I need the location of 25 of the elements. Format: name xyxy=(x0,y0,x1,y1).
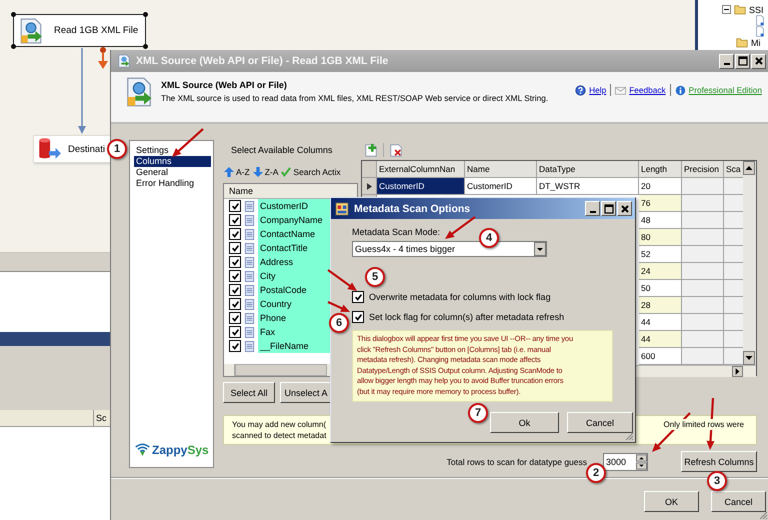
window-title: Metadata Scan Options xyxy=(354,202,470,214)
section-label: Select Available Columns xyxy=(231,145,332,157)
table-cell: 600 xyxy=(639,348,682,365)
table-cell: 24 xyxy=(639,263,682,280)
header-title: XML Source (Web API or File) xyxy=(161,80,287,90)
table-cell: 20 xyxy=(639,178,682,195)
table-cell: 48 xyxy=(639,212,682,229)
note-text: Only limited rows were xyxy=(664,419,744,430)
table-cell: DT_WSTR xyxy=(537,178,639,195)
table-cell: 44 xyxy=(639,314,682,331)
logo-text: ZappySys xyxy=(152,443,209,457)
table-cell: 50 xyxy=(639,280,682,297)
table-cell: 28 xyxy=(639,297,682,314)
field-label: Total rows to scan for datatype guess xyxy=(446,456,587,466)
table-cell: CustomerID xyxy=(465,178,537,195)
table-cell: 80 xyxy=(639,229,682,246)
table-cell: 44 xyxy=(639,331,682,348)
table-cell: 76 xyxy=(639,195,682,212)
table-cell: CustomerID xyxy=(377,178,465,195)
table-cell: 52 xyxy=(639,246,682,263)
node-label: Read 1GB XML File xyxy=(54,25,138,36)
window-title: XML Source (Web API or File) - Read 1GB XML File xyxy=(136,55,388,67)
node-label: Destinati xyxy=(68,144,105,154)
note-text: You may add new column( scanned to detect metadat xyxy=(232,419,326,442)
header-description: The XML source is used to read data from XML files, XML REST/SOAP Web service or direct XML String. xyxy=(161,93,548,103)
